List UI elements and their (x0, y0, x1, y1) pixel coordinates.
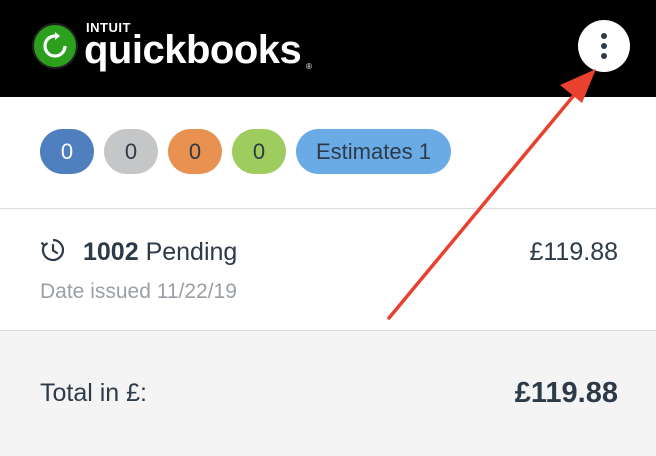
more-vertical-icon-dot (601, 43, 607, 49)
more-menu-button[interactable] (578, 20, 630, 72)
divider (0, 208, 656, 209)
clock-icon (40, 238, 65, 262)
logo-wordmark: quickbooks (84, 28, 302, 72)
quickbooks-logo-icon (32, 23, 78, 69)
estimate-amount: £119.88 (529, 238, 618, 266)
total-footer: Total in £: £119.88 (0, 331, 656, 456)
total-amount: £119.88 (514, 377, 618, 409)
estimates-chip[interactable]: Estimates 1 (296, 129, 451, 174)
estimate-row[interactable]: 1002 Pending Date issued 11/22/19 £119.8… (0, 210, 656, 330)
status-chip-green[interactable]: 0 (232, 129, 286, 174)
quickbooks-logo: INTUIT quickbooks ® (32, 18, 324, 74)
total-label: Total in £: (40, 379, 148, 407)
more-vertical-icon (601, 33, 607, 39)
estimate-date: Date issued 11/22/19 (40, 280, 237, 303)
estimate-status: Pending (145, 238, 238, 266)
status-chip-orange[interactable]: 0 (168, 129, 222, 174)
more-vertical-icon-dot (601, 53, 607, 59)
status-chip-gray[interactable]: 0 (104, 129, 158, 174)
top-bar: INTUIT quickbooks ® (0, 0, 656, 97)
estimate-number: 1002 (83, 238, 139, 266)
logo-registered-mark: ® (306, 62, 312, 71)
status-filter-chips: 0 0 0 0 Estimates 1 (40, 129, 451, 174)
status-chip-blue[interactable]: 0 (40, 129, 94, 174)
estimate-title: 1002 Pending (83, 238, 237, 267)
